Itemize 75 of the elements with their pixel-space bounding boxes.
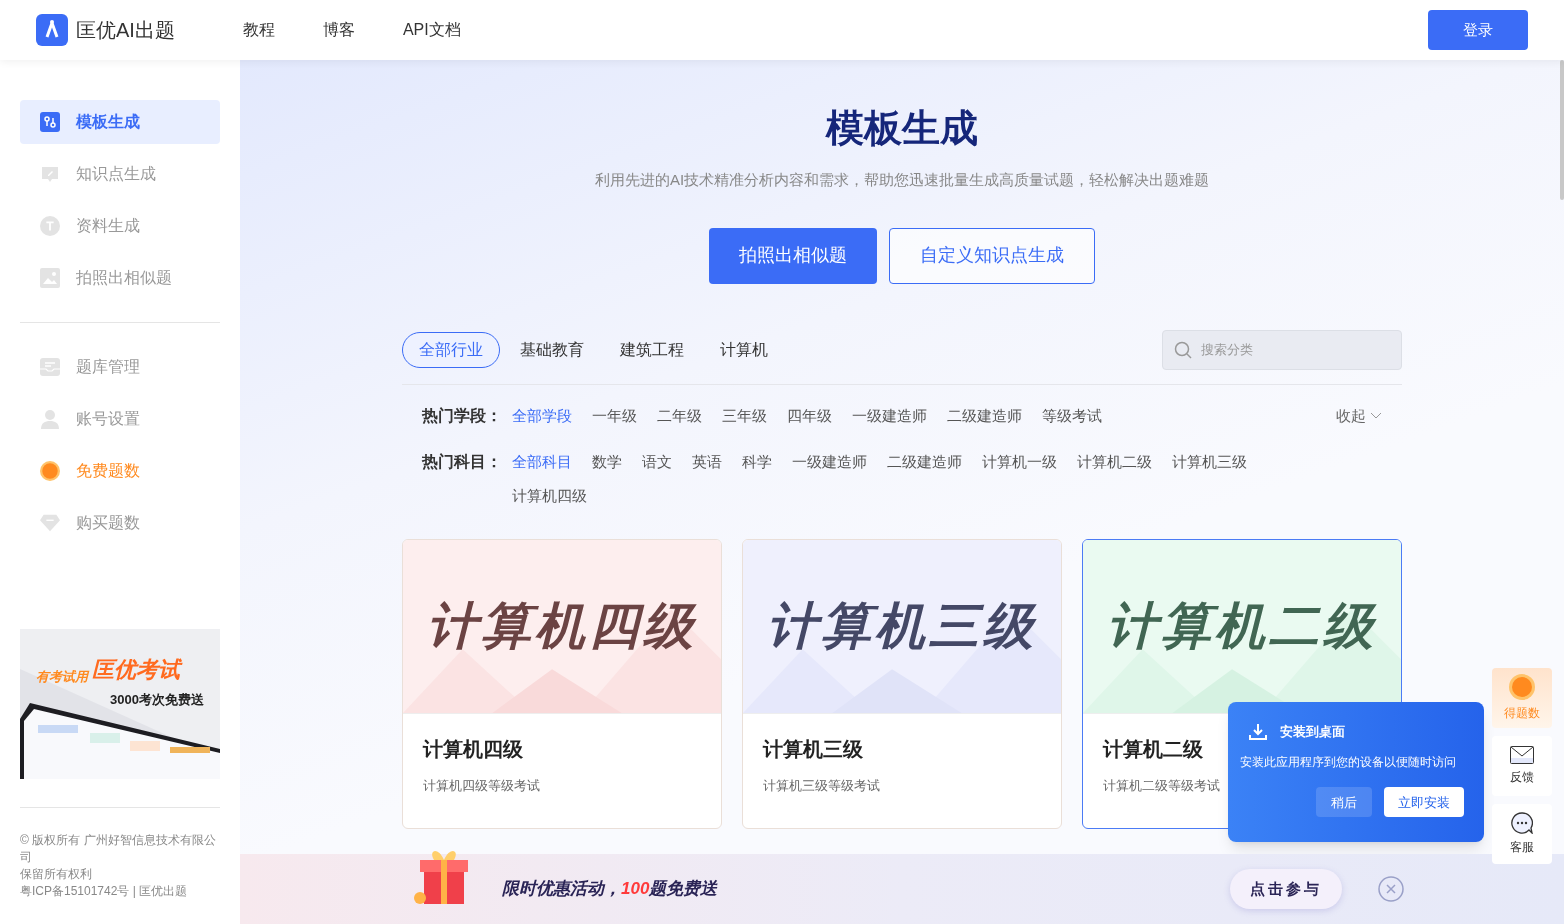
card-description: 计算机二级等级考试 bbox=[1103, 776, 1220, 795]
template-icon bbox=[40, 112, 60, 132]
filter-option[interactable]: 一级建造师 bbox=[792, 450, 867, 473]
chat-icon bbox=[1511, 812, 1533, 834]
download-icon bbox=[1248, 722, 1268, 742]
nav-link[interactable]: 教程 bbox=[242, 18, 275, 42]
filter-option[interactable]: 三年级 bbox=[722, 404, 767, 427]
filter-label: 热门学段： bbox=[422, 405, 503, 426]
join-button[interactable]: 点击参与 bbox=[1230, 869, 1342, 909]
gem-icon bbox=[40, 514, 60, 532]
chat-bubble-icon bbox=[40, 164, 60, 184]
filter-option[interactable]: 计算机二级 bbox=[1077, 450, 1152, 473]
filter-option[interactable]: 二年级 bbox=[657, 404, 702, 427]
filter-option[interactable]: 英语 bbox=[692, 450, 722, 473]
nav-link[interactable]: 博客 bbox=[322, 18, 355, 42]
login-button[interactable]: 登录 bbox=[1428, 10, 1528, 50]
filter-option[interactable]: 计算机三级 bbox=[1172, 450, 1247, 473]
banner-offer: 3000考次免费送 bbox=[110, 691, 204, 709]
filter-option[interactable]: 二级建造师 bbox=[947, 404, 1022, 427]
filter-option[interactable]: 计算机一级 bbox=[982, 450, 1057, 473]
banner-tagline: 有考试用 bbox=[36, 667, 88, 686]
image-icon bbox=[40, 268, 60, 288]
action-button[interactable]: 自定义知识点生成 bbox=[889, 227, 1095, 284]
nav-link[interactable]: API文档 bbox=[402, 18, 461, 42]
industry-tab[interactable]: 全部行业 bbox=[402, 331, 500, 368]
card-title: 计算机二级 bbox=[1103, 736, 1203, 762]
chevron-down-icon bbox=[1370, 411, 1382, 420]
card-art-title: 计算机三级 bbox=[767, 596, 1037, 656]
industry-tab[interactable]: 基础教育 bbox=[504, 331, 600, 368]
popup-title: 安装到桌面 bbox=[1280, 723, 1345, 742]
filter-option[interactable]: 二级建造师 bbox=[887, 450, 962, 473]
course-card[interactable]: 计算机四级 计算机四级 计算机四级等级考试 bbox=[402, 538, 722, 829]
filter-label: 热门科目： bbox=[422, 451, 503, 472]
search-field[interactable]: 搜索分类 bbox=[1162, 329, 1402, 370]
logo-icon bbox=[36, 14, 68, 46]
card-art-title: 计算机二级 bbox=[1107, 596, 1377, 656]
close-icon[interactable] bbox=[1378, 876, 1404, 902]
copyright-text: 保留所有权利 bbox=[20, 866, 93, 883]
industry-tab[interactable]: 建筑工程 bbox=[604, 331, 700, 368]
filter-option[interactable]: 计算机四级 bbox=[512, 484, 587, 507]
inbox-icon bbox=[40, 357, 60, 377]
ai-coin-icon bbox=[40, 460, 60, 482]
mail-icon bbox=[1510, 746, 1534, 764]
course-card[interactable]: 计算机三级 计算机三级 计算机三级等级考试 bbox=[742, 538, 1062, 829]
side-tool-button[interactable]: 客服 bbox=[1492, 804, 1552, 864]
copyright-text: © 版权所有 广州好智信息技术有限公司 bbox=[20, 832, 217, 866]
popup-button[interactable]: 立即安装 bbox=[1384, 787, 1464, 818]
sidebar-item[interactable]: 模板生成 bbox=[20, 100, 220, 144]
card-description: 计算机三级等级考试 bbox=[763, 776, 880, 795]
copyright-text: 粤ICP备15101742号 | 匡优出题 bbox=[20, 883, 189, 900]
filter-option[interactable]: 科学 bbox=[742, 450, 772, 473]
filter-option[interactable]: 等级考试 bbox=[1042, 404, 1102, 427]
industry-tab[interactable]: 计算机 bbox=[704, 331, 784, 368]
user-icon bbox=[41, 409, 59, 429]
text-circle-icon bbox=[40, 215, 60, 237]
page-title: 模板生成 bbox=[826, 106, 978, 151]
side-tool-button[interactable]: 反馈 bbox=[1492, 736, 1552, 796]
card-art-title: 计算机四级 bbox=[427, 596, 697, 656]
promo-text: 限时优惠活动，100题免费送 bbox=[502, 878, 718, 901]
brand-name: 匡优AI出题 bbox=[76, 18, 175, 43]
card-title: 计算机四级 bbox=[423, 736, 523, 762]
card-description: 计算机四级等级考试 bbox=[423, 776, 540, 795]
filter-option[interactable]: 全部科目 bbox=[512, 450, 572, 473]
filter-option[interactable]: 一年级 bbox=[592, 404, 637, 427]
card-title: 计算机三级 bbox=[763, 736, 863, 762]
filter-option[interactable]: 一级建造师 bbox=[852, 404, 927, 427]
ai-coin-icon bbox=[1509, 674, 1535, 700]
filter-option[interactable]: 全部学段 bbox=[512, 404, 572, 427]
page-subtitle: 利用先进的AI技术精准分析内容和需求，帮助您迅速批量生成高质量试题，轻松解决出题难题 bbox=[594, 170, 1210, 190]
filter-option[interactable]: 数学 bbox=[592, 450, 622, 473]
action-button[interactable]: 拍照出相似题 bbox=[709, 227, 877, 284]
collapse-toggle[interactable]: 收起 bbox=[1336, 404, 1382, 427]
search-icon bbox=[1174, 340, 1192, 359]
filter-option[interactable]: 四年级 bbox=[787, 404, 832, 427]
filter-option[interactable]: 语文 bbox=[642, 450, 672, 473]
